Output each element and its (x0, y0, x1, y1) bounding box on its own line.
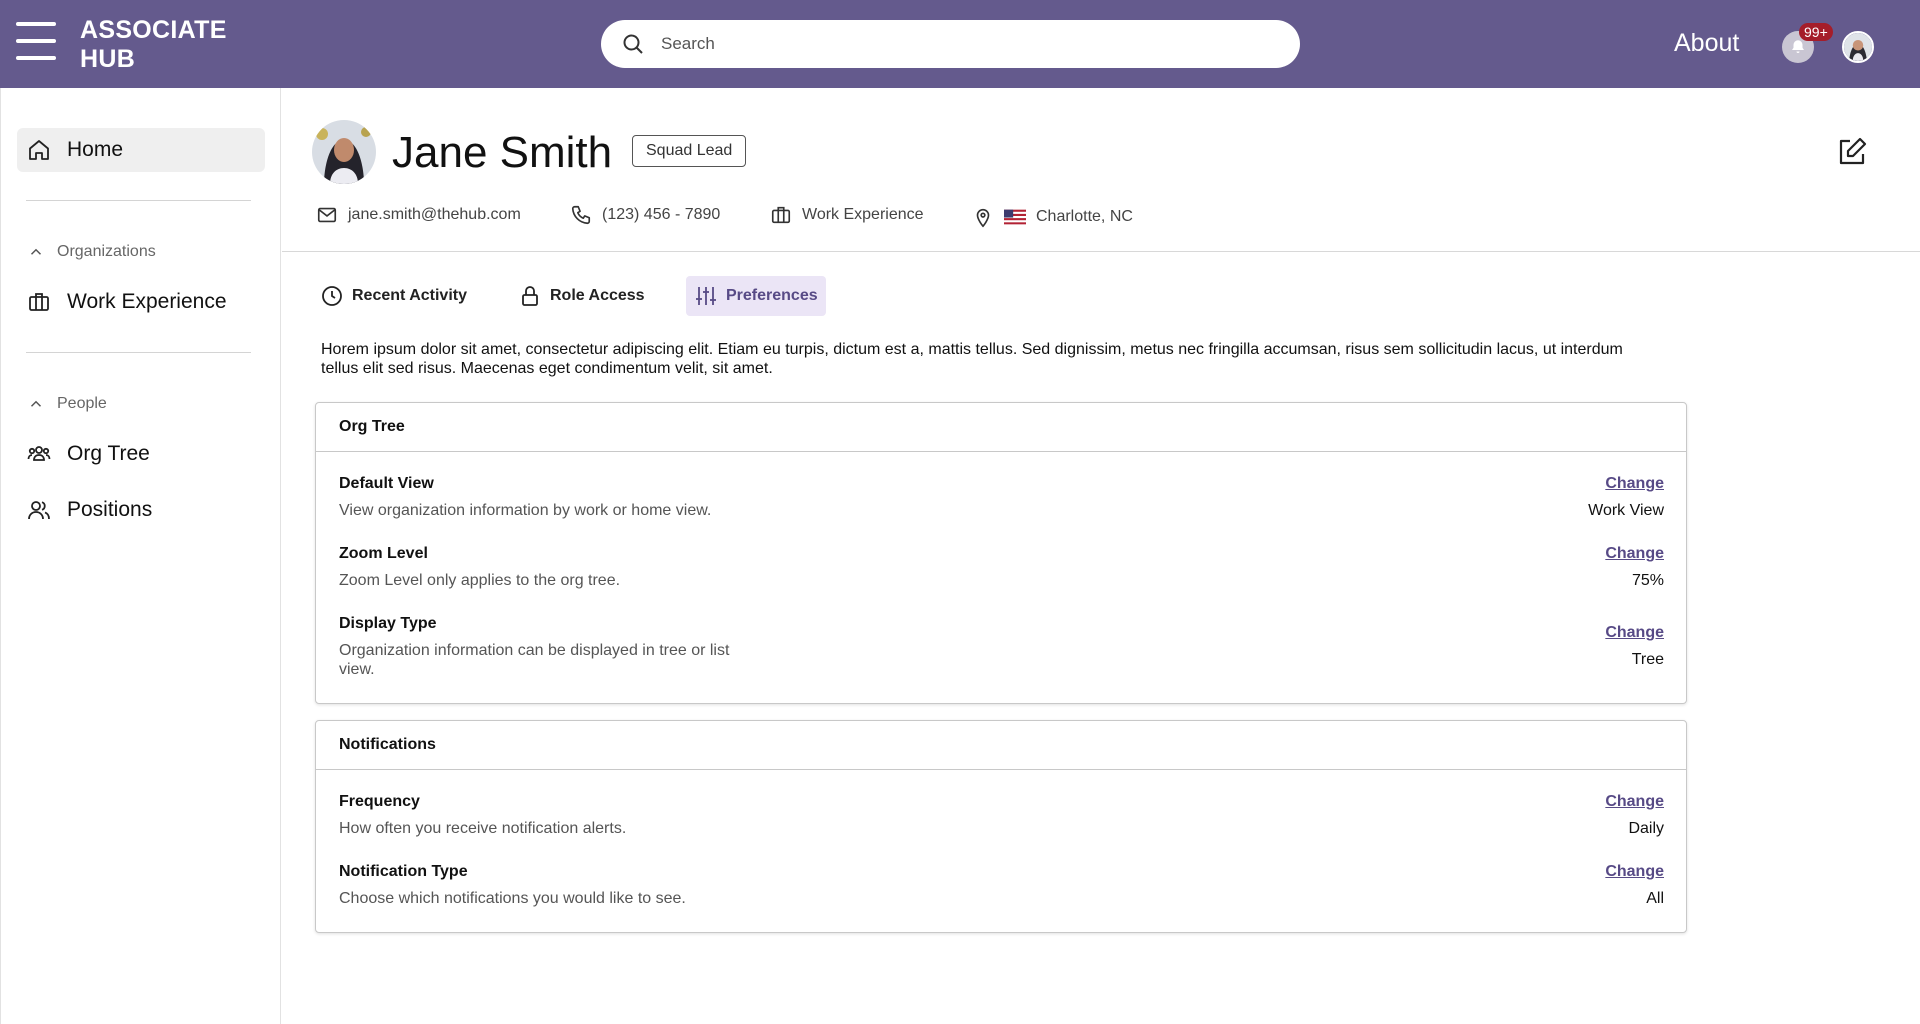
sidebar-item-label: Work Experience (67, 290, 227, 313)
contact-location-text: Charlotte, NC (1036, 208, 1133, 225)
setting-frequency: Frequency How often you receive notifica… (339, 793, 1664, 838)
edit-profile-button[interactable] (1836, 136, 1868, 168)
setting-value: Work View (1588, 502, 1664, 519)
setting-description: Organization information can be displaye… (339, 642, 730, 678)
user-avatar[interactable] (1842, 31, 1874, 63)
card-title: Org Tree (316, 403, 1686, 452)
setting-title: Zoom Level (339, 545, 428, 562)
brand-line-2: HUB (80, 45, 136, 73)
contact-phone[interactable]: (123) 456 - 7890 (570, 204, 720, 226)
search-bar[interactable] (601, 20, 1300, 68)
contact-email-text: jane.smith@thehub.com (348, 206, 521, 223)
setting-title: Notification Type (339, 863, 468, 880)
sidebar-item-work-experience[interactable]: Work Experience (17, 280, 265, 324)
sidebar: Home Organizations Work Experience Peopl… (0, 88, 281, 1024)
hamburger-menu-icon[interactable] (16, 22, 56, 60)
profile-photo (312, 120, 376, 184)
search-input[interactable] (661, 34, 1261, 54)
location-pin-icon (976, 208, 990, 228)
setting-value: Tree (1631, 651, 1664, 668)
sidebar-item-org-tree[interactable]: Org Tree (17, 432, 265, 476)
setting-value: 75% (1631, 572, 1664, 589)
notification-count-badge: 99+ (1799, 23, 1833, 41)
change-default-view-link[interactable]: Change (1605, 475, 1664, 493)
setting-notification-type: Notification Type Choose which notificat… (339, 863, 1664, 908)
sidebar-section-label: People (57, 395, 107, 412)
search-icon (623, 34, 643, 54)
users-icon (28, 501, 50, 520)
us-flag-icon (1004, 209, 1026, 225)
tab-label: Recent Activity (352, 287, 467, 304)
role-tag: Squad Lead (632, 135, 747, 167)
sidebar-item-home[interactable]: Home (17, 128, 265, 172)
setting-title: Default View (339, 475, 434, 492)
setting-description: Choose which notifications you would lik… (339, 890, 686, 907)
profile-name: Jane Smith (392, 128, 613, 177)
change-notification-type-link[interactable]: Change (1605, 863, 1664, 881)
group-icon (27, 446, 51, 461)
sidebar-section-people[interactable]: People (27, 395, 107, 413)
setting-zoom-level: Zoom Level Zoom Level only applies to th… (339, 545, 1664, 590)
sidebar-section-label: Organizations (57, 243, 156, 260)
tab-role-access[interactable]: Role Access (510, 276, 653, 316)
change-zoom-level-link[interactable]: Change (1605, 545, 1664, 563)
contact-location: Charlotte, NC (972, 206, 1133, 228)
chevron-up-icon (30, 400, 42, 407)
bell-icon (1792, 40, 1804, 53)
setting-value: All (1646, 890, 1664, 907)
setting-value: Daily (1628, 820, 1664, 837)
setting-description: How often you receive notification alert… (339, 820, 627, 837)
sidebar-divider (26, 352, 251, 353)
profile-avatar (312, 120, 376, 184)
top-header: ASSOCIATE HUB About 99+ (0, 0, 1920, 88)
setting-title: Display Type (339, 615, 437, 632)
briefcase-icon (29, 293, 49, 311)
edit-icon (1839, 137, 1867, 165)
about-link[interactable]: About (1674, 29, 1739, 58)
sidebar-item-label: Positions (67, 498, 153, 521)
avatar-image (1844, 33, 1872, 61)
phone-icon (571, 205, 591, 225)
notifications-card: Notifications Frequency How often you re… (315, 720, 1687, 933)
tab-label: Preferences (726, 287, 818, 304)
sidebar-item-label: Org Tree (67, 442, 150, 465)
clock-icon (322, 286, 342, 306)
tab-recent-activity[interactable]: Recent Activity (312, 276, 475, 316)
profile-header: Jane Smith Squad Lead jane.smith@thehub.… (282, 88, 1920, 252)
card-title: Notifications (316, 721, 1686, 770)
contact-work-experience[interactable]: Work Experience (770, 204, 924, 226)
setting-description: Zoom Level only applies to the org tree. (339, 572, 621, 589)
mail-icon (317, 207, 337, 223)
setting-default-view: Default View View organization informati… (339, 475, 1664, 520)
brand-logo[interactable]: ASSOCIATE HUB (80, 16, 240, 74)
sidebar-section-organizations[interactable]: Organizations (27, 243, 156, 261)
contact-work-experience-text: Work Experience (802, 206, 924, 223)
sidebar-item-positions[interactable]: Positions (17, 488, 265, 532)
briefcase-icon (771, 206, 791, 224)
tab-label: Role Access (550, 287, 645, 304)
setting-description: View organization information by work or… (339, 502, 712, 519)
home-icon (29, 140, 49, 160)
contact-email[interactable]: jane.smith@thehub.com (316, 204, 521, 226)
chevron-up-icon (30, 248, 42, 255)
sidebar-divider (26, 200, 251, 201)
tab-preferences[interactable]: Preferences (686, 276, 826, 316)
lock-icon (522, 286, 538, 306)
setting-display-type: Display Type Organization information ca… (339, 615, 1664, 679)
contact-phone-text: (123) 456 - 7890 (602, 206, 721, 223)
preferences-intro-text: Horem ipsum dolor sit amet, consectetur … (321, 341, 1623, 377)
change-display-type-link[interactable]: Change (1605, 624, 1664, 642)
change-frequency-link[interactable]: Change (1605, 793, 1664, 811)
brand-line-1: ASSOCIATE (80, 16, 227, 44)
org-tree-card: Org Tree Default View View organization … (315, 402, 1687, 704)
sidebar-item-label: Home (67, 138, 124, 161)
setting-title: Frequency (339, 793, 420, 810)
sliders-icon (696, 287, 716, 305)
